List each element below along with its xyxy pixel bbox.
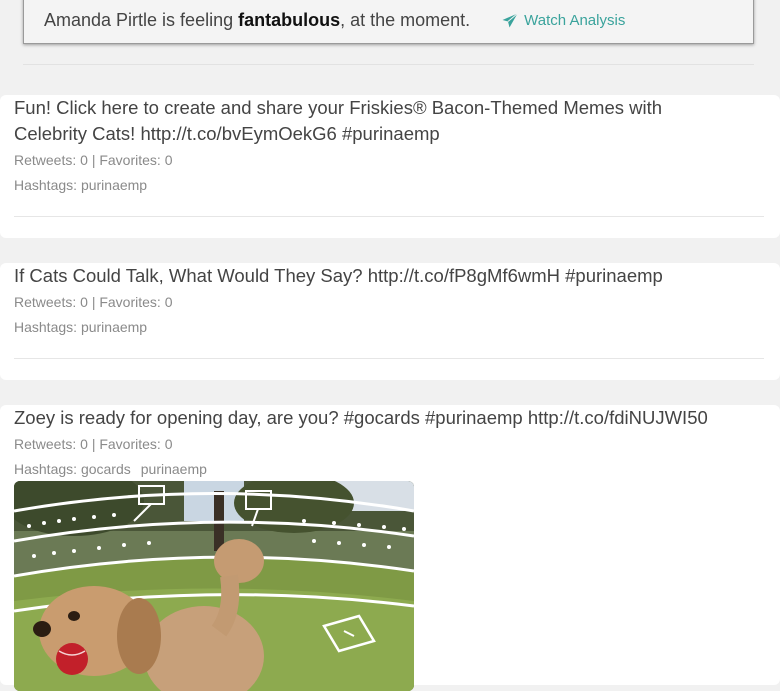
dog-in-stadium-photo[interactable] [14,481,414,691]
divider [23,64,754,65]
tweet-hashtags: Hashtags: gocards purinaemp [14,461,780,477]
hashtags-label: Hashtags: [14,461,78,477]
card-divider [14,358,764,359]
tweet-card: Zoey is ready for opening day, are you? … [0,405,780,691]
mood-prefix: Amanda Pirtle is feeling [44,9,239,30]
watch-analysis-label: Watch Analysis [524,11,626,29]
tweet-text: If Cats Could Talk, What Would They Say?… [14,265,663,286]
tweet-hashtags: Hashtags: purinaemp [14,319,780,335]
hashtag-link[interactable]: purinaemp [81,319,147,335]
tweet-card: If Cats Could Talk, What Would They Say?… [0,263,780,380]
watch-analysis-link[interactable]: Watch Analysis [502,12,625,29]
tweet-stats: Retweets: 0 | Favorites: 0 [14,152,173,168]
hashtag-link[interactable]: gocards [81,461,131,477]
card-divider [14,216,764,217]
mood-bar: Amanda Pirtle is feeling fantabulous, at… [23,0,754,44]
tweet-text: Zoey is ready for opening day, are you? … [14,407,708,428]
paper-plane-icon [502,12,518,27]
tweet-hashtags: Hashtags: purinaemp [14,177,780,193]
tweet-text: Fun! Click here to create and share your… [14,97,663,144]
tweet-card: Fun! Click here to create and share your… [0,95,780,238]
mood-word: fantabulous [238,9,341,30]
tweet-photo-illustration [14,481,414,691]
tweet-stats: Retweets: 0 | Favorites: 0 [14,436,173,452]
hashtags-label: Hashtags: [14,319,78,335]
hashtag-link[interactable]: purinaemp [141,461,207,477]
mood-suffix: , at the moment. [340,9,471,30]
hashtag-link[interactable]: purinaemp [81,177,147,193]
hashtags-label: Hashtags: [14,177,78,193]
tweet-stats: Retweets: 0 | Favorites: 0 [14,294,173,310]
